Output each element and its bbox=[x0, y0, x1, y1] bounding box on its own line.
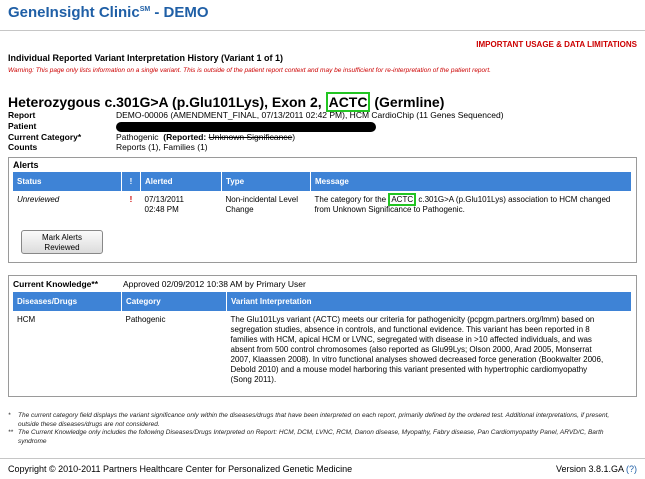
alerts-title: Alerts bbox=[13, 160, 39, 170]
copyright-text: Copyright © 2010-2011 Partners Healthcar… bbox=[8, 464, 353, 474]
col-message: Message bbox=[310, 172, 632, 191]
category-cell: Pathogenic bbox=[125, 315, 166, 324]
report-value: DEMO-00006 (AMENDMENT_FINAL, 07/13/2011 … bbox=[116, 110, 504, 120]
table-row: HCM Pathogenic The Glu101Lys variant (AC… bbox=[13, 311, 632, 389]
col-status: Status bbox=[13, 172, 122, 191]
category-label: Current Category* bbox=[8, 131, 82, 142]
version-text: Version 3.8.1.GA (?) bbox=[555, 464, 637, 474]
mark-alerts-reviewed-button[interactable]: Mark Alerts Reviewed bbox=[21, 230, 103, 254]
counts-label: Counts bbox=[8, 142, 38, 152]
warning-text: Warning: This page only lists informatio… bbox=[8, 67, 491, 74]
help-link[interactable]: (?) bbox=[626, 464, 637, 474]
app-header: GeneInsight ClinicSM - DEMO bbox=[0, 0, 645, 31]
col-disease: Diseases/Drugs bbox=[13, 292, 122, 311]
col-flag: ! bbox=[121, 172, 141, 191]
variant-details: Report DEMO-00006 (AMENDMENT_FINAL, 07/13… bbox=[8, 110, 504, 153]
col-category: Category bbox=[121, 292, 227, 311]
col-alerted: Alerted bbox=[140, 172, 222, 191]
knowledge-table: Diseases/Drugs Category Variant Interpre… bbox=[13, 292, 632, 389]
counts-value: Reports (1), Families (1) bbox=[116, 142, 208, 152]
variant-heading: Heterozygous c.301G>A (p.Glu101Lys), Exo… bbox=[8, 92, 445, 112]
knowledge-header: Current Knowledge** Approved 02/09/2012 … bbox=[9, 276, 636, 292]
alerts-panel: Alerts Status ! Alerted Type Message Unr… bbox=[8, 157, 637, 263]
alert-message: The category for the ACTC c.301G>A (p.Gl… bbox=[314, 193, 611, 214]
category-value: Pathogenic (Reported: Unknown Significan… bbox=[116, 131, 296, 142]
usage-limitations-link[interactable]: IMPORTANT USAGE & DATA LIMITATIONS bbox=[476, 40, 637, 49]
footnote-2: The Current Knowledge only includes the … bbox=[18, 429, 604, 445]
patient-label: Patient bbox=[8, 120, 37, 131]
redacted-patient bbox=[116, 121, 376, 132]
disease-cell: HCM bbox=[17, 315, 36, 324]
alert-type: Non-incidental Level Change bbox=[225, 195, 299, 214]
page-title: Individual Reported Variant Interpretati… bbox=[8, 53, 284, 63]
footer: Copyright © 2010-2011 Partners Healthcar… bbox=[0, 458, 645, 479]
app-title: GeneInsight ClinicSM - DEMO bbox=[8, 4, 209, 21]
knowledge-title: Current Knowledge** bbox=[13, 279, 99, 289]
interpretation-cell: The Glu101Lys variant (ACTC) meets our c… bbox=[230, 315, 604, 384]
alerts-table: Status ! Alerted Type Message Unreviewed… bbox=[13, 172, 632, 219]
report-label: Report bbox=[8, 110, 36, 120]
approved-text: Approved 02/09/2012 10:38 AM by Primary … bbox=[123, 279, 306, 289]
alert-flag-icon: ! bbox=[129, 195, 133, 204]
alert-date: 07/13/2011 02:48 PM bbox=[144, 195, 184, 214]
table-row: Unreviewed ! 07/13/2011 02:48 PM Non-inci… bbox=[13, 191, 632, 219]
knowledge-panel: Current Knowledge** Approved 02/09/2012 … bbox=[8, 275, 637, 397]
col-interpretation: Variant Interpretation bbox=[226, 292, 632, 311]
footnotes: * The current category field displays the… bbox=[8, 412, 628, 446]
footnote-1: The current category field displays the … bbox=[18, 412, 610, 428]
gene-highlight: ACTC bbox=[325, 92, 371, 112]
col-type: Type bbox=[221, 172, 311, 191]
alert-status: Unreviewed bbox=[17, 195, 60, 204]
